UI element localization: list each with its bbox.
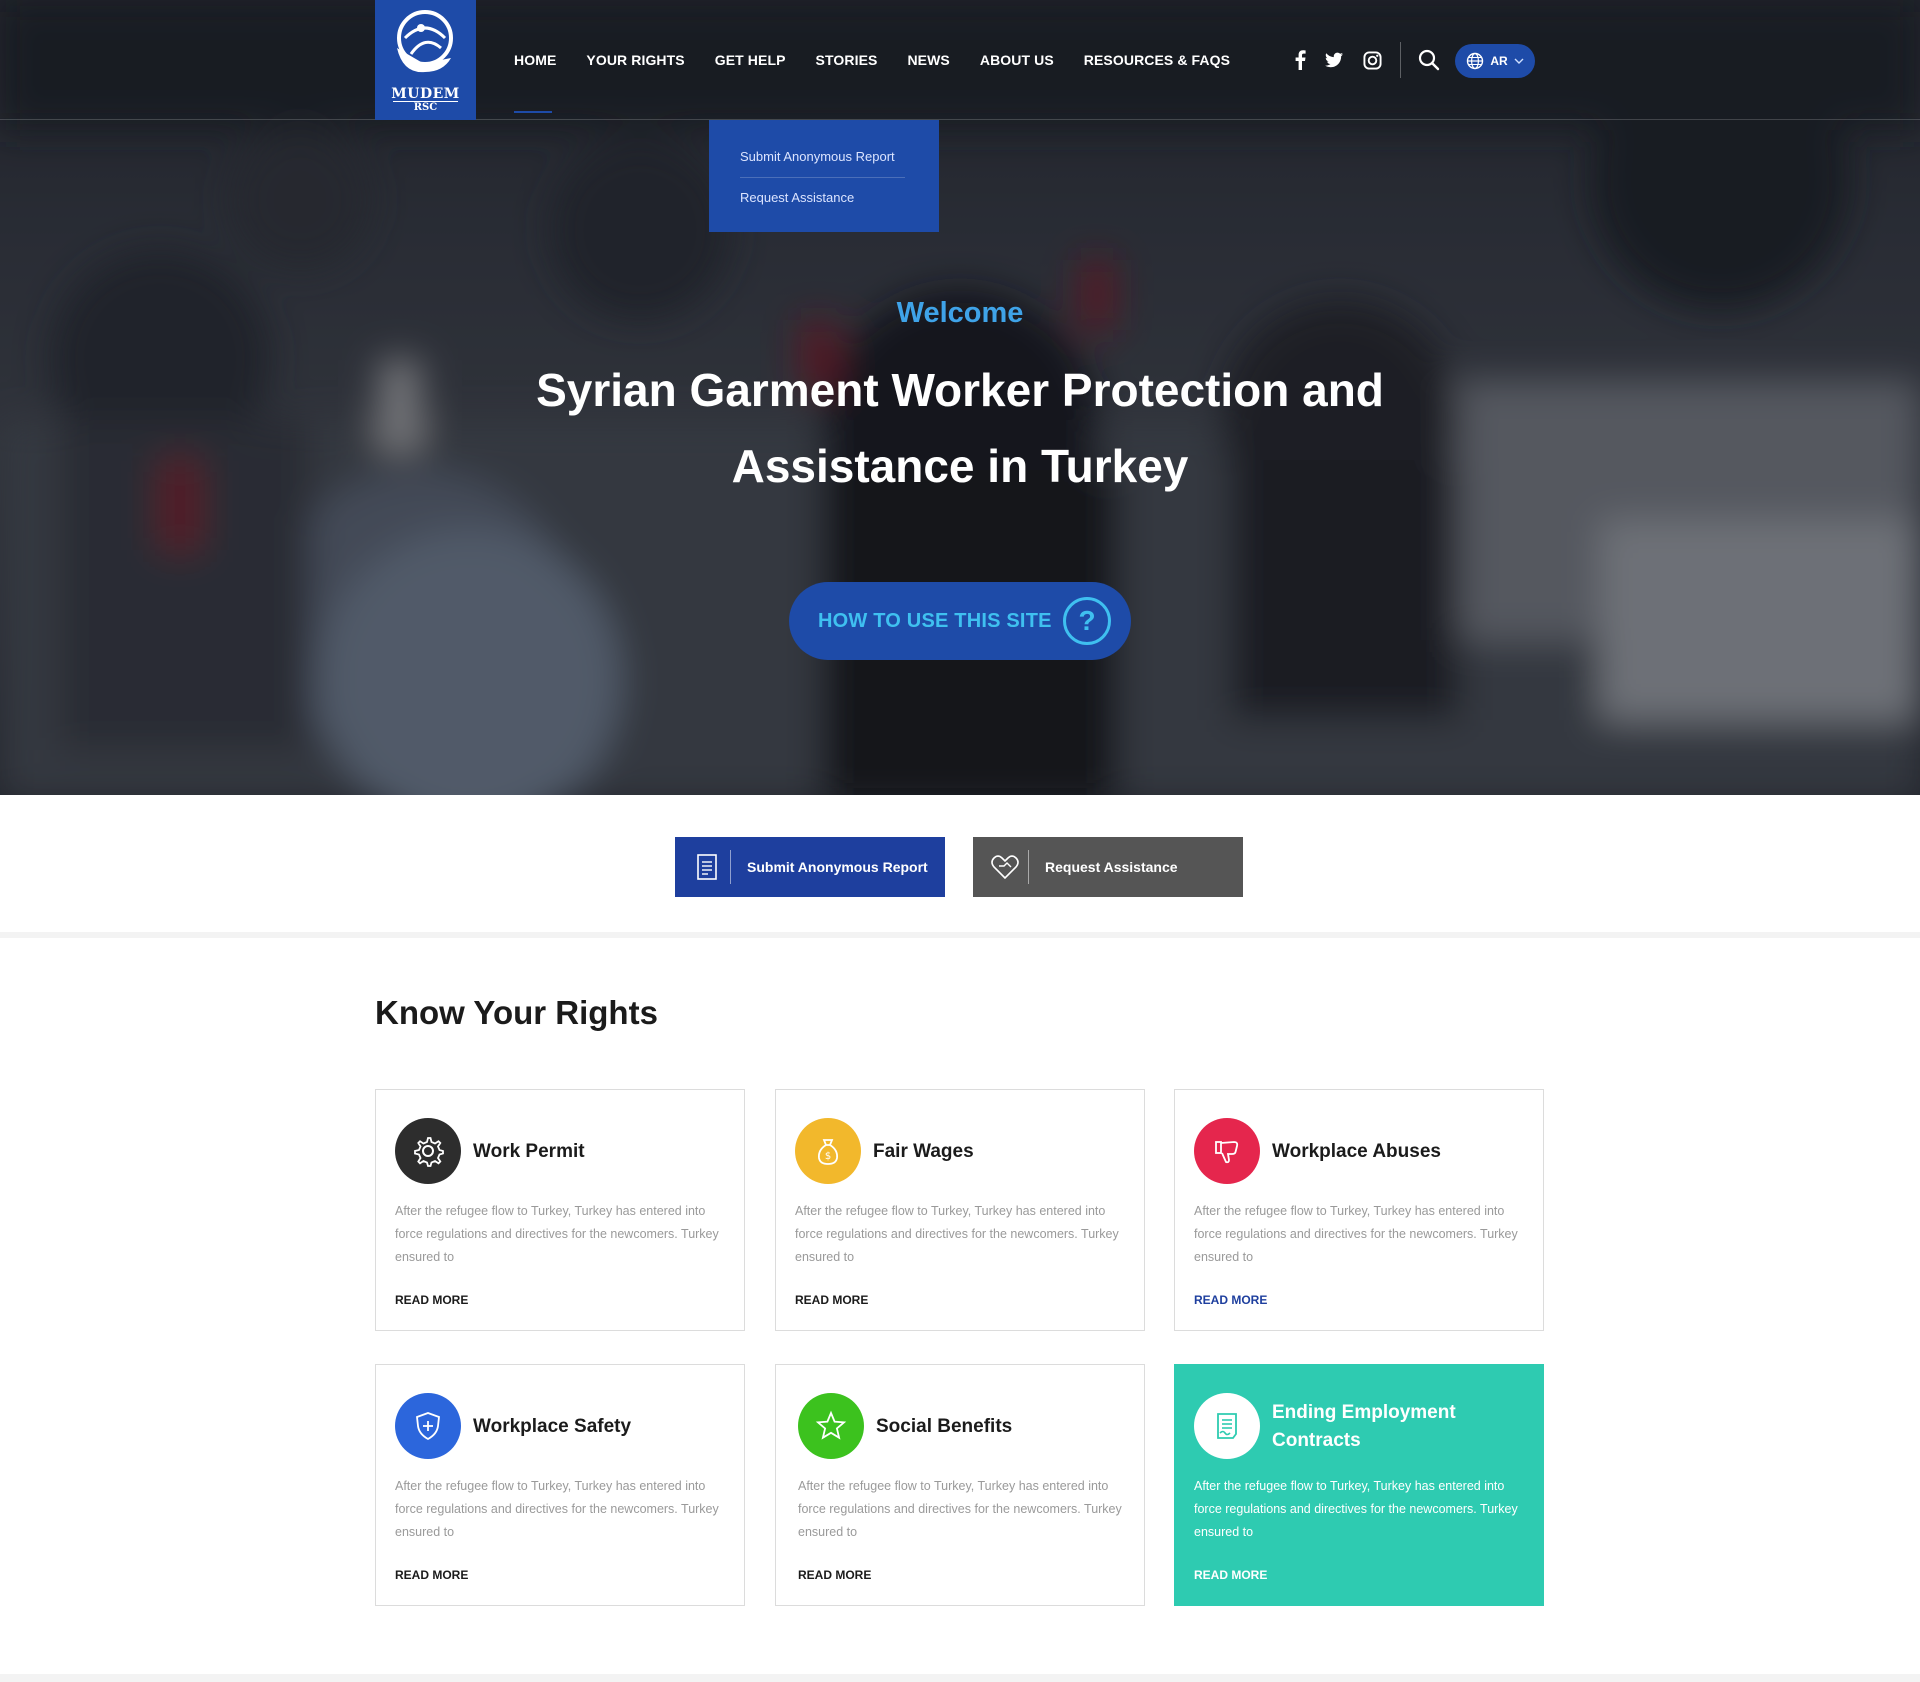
document-icon xyxy=(1194,1393,1260,1459)
instagram-icon[interactable] xyxy=(1360,48,1384,72)
nav-your-rights[interactable]: YOUR RIGHTS xyxy=(586,52,684,68)
dropdown-divider xyxy=(740,177,905,178)
action-strip: Submit Anonymous Report Request Assistan… xyxy=(0,795,1920,938)
how-to-use-site-button[interactable]: HOW TO USE THIS SITE ? xyxy=(789,582,1131,660)
gear-icon xyxy=(395,1118,461,1184)
read-more-link[interactable]: READ MORE xyxy=(1194,1293,1267,1307)
read-more-link[interactable]: READ MORE xyxy=(395,1293,468,1307)
card-description: After the refugee flow to Turkey, Turkey… xyxy=(795,1204,1119,1264)
card-title: Ending Employment Contracts xyxy=(1272,1402,1456,1451)
card-workplace-safety[interactable]: Workplace Safety After the refugee flow … xyxy=(375,1364,745,1606)
button-divider xyxy=(1028,850,1029,884)
dropdown-submit-anonymous-report[interactable]: Submit Anonymous Report xyxy=(740,147,939,167)
card-title: Work Permit xyxy=(473,1141,585,1162)
nav-get-help[interactable]: GET HELP xyxy=(715,52,786,68)
card-title: Fair Wages xyxy=(873,1141,974,1162)
logo-hands-globe-icon xyxy=(397,10,453,73)
facebook-icon[interactable] xyxy=(1288,48,1312,72)
card-title: Social Benefits xyxy=(876,1416,1013,1437)
read-more-link[interactable]: READ MORE xyxy=(395,1568,468,1582)
main-menu: HOME YOUR RIGHTS GET HELP STORIES NEWS A… xyxy=(514,0,1260,120)
card-description: After the refugee flow to Turkey, Turkey… xyxy=(395,1479,719,1539)
how-to-use-label: HOW TO USE THIS SITE xyxy=(818,610,1052,632)
read-more-link[interactable]: READ MORE xyxy=(798,1568,871,1582)
site-logo[interactable]: MUDEM RSC xyxy=(375,0,476,120)
svg-text:$: $ xyxy=(825,1151,831,1162)
request-assistance-button[interactable]: Request Assistance xyxy=(973,837,1243,897)
header-divider xyxy=(1400,42,1401,78)
hero-section: MUDEM RSC HOME YOUR RIGHTS GET HELP STOR… xyxy=(0,0,1920,795)
know-your-rights-heading: Know Your Rights xyxy=(375,994,658,1031)
nav-stories[interactable]: STORIES xyxy=(816,52,878,68)
globe-icon xyxy=(1467,52,1484,70)
card-social-benefits[interactable]: Social Benefits After the refugee flow t… xyxy=(775,1364,1145,1606)
language-switcher[interactable]: AR xyxy=(1455,44,1535,78)
heart-hand-icon xyxy=(991,855,1019,880)
top-navigation-bar: MUDEM RSC HOME YOUR RIGHTS GET HELP STOR… xyxy=(0,0,1920,120)
read-more-link[interactable]: READ MORE xyxy=(1194,1568,1267,1582)
report-document-icon xyxy=(697,854,717,880)
card-description: After the refugee flow to Turkey, Turkey… xyxy=(1194,1204,1518,1264)
request-assistance-label: Request Assistance xyxy=(1045,859,1178,875)
card-title: Workplace Safety xyxy=(473,1416,632,1437)
nav-news[interactable]: NEWS xyxy=(907,52,949,68)
card-description: After the refugee flow to Turkey, Turkey… xyxy=(1194,1479,1518,1539)
nav-resources-faqs[interactable]: RESOURCES & FAQS xyxy=(1084,52,1230,68)
hero-welcome: Welcome xyxy=(896,297,1024,329)
nav-about-us[interactable]: ABOUT US xyxy=(980,52,1054,68)
card-ending-employment-contracts[interactable]: Ending Employment Contracts After the re… xyxy=(1174,1364,1544,1606)
search-icon[interactable] xyxy=(1416,48,1442,72)
dropdown-request-assistance[interactable]: Request Assistance xyxy=(740,188,939,208)
card-work-permit[interactable]: Work Permit After the refugee flow to Tu… xyxy=(375,1089,745,1331)
hero-title: Syrian Garment Worker Protection and Ass… xyxy=(536,364,1384,492)
submit-anonymous-report-button[interactable]: Submit Anonymous Report xyxy=(675,837,945,897)
get-help-dropdown: Submit Anonymous Report Request Assistan… xyxy=(709,120,939,232)
card-title: Workplace Abuses xyxy=(1272,1141,1441,1162)
card-description: After the refugee flow to Turkey, Turkey… xyxy=(395,1204,719,1264)
card-description: After the refugee flow to Turkey, Turkey… xyxy=(798,1479,1122,1539)
shield-icon xyxy=(395,1393,461,1459)
nav-home[interactable]: HOME xyxy=(514,52,556,113)
star-icon xyxy=(798,1393,864,1459)
section-divider xyxy=(0,1674,1920,1682)
question-icon: ? xyxy=(1063,597,1111,645)
money-bag-icon: $ xyxy=(795,1118,861,1184)
chevron-down-icon xyxy=(1514,58,1524,64)
page: MUDEM RSC HOME YOUR RIGHTS GET HELP STOR… xyxy=(0,0,1920,1682)
button-divider xyxy=(730,850,731,884)
read-more-link[interactable]: READ MORE xyxy=(795,1293,868,1307)
twitter-icon[interactable] xyxy=(1322,48,1346,72)
logo-name: MUDEM xyxy=(391,86,460,102)
submit-report-label: Submit Anonymous Report xyxy=(747,859,928,875)
card-fair-wages[interactable]: $ Fair Wages After the refugee flow to T… xyxy=(775,1089,1145,1331)
card-workplace-abuses[interactable]: Workplace Abuses After the refugee flow … xyxy=(1174,1089,1544,1331)
logo-subtitle: RSC xyxy=(413,102,438,113)
thumbs-down-icon xyxy=(1194,1118,1260,1184)
language-label: AR xyxy=(1490,54,1508,68)
